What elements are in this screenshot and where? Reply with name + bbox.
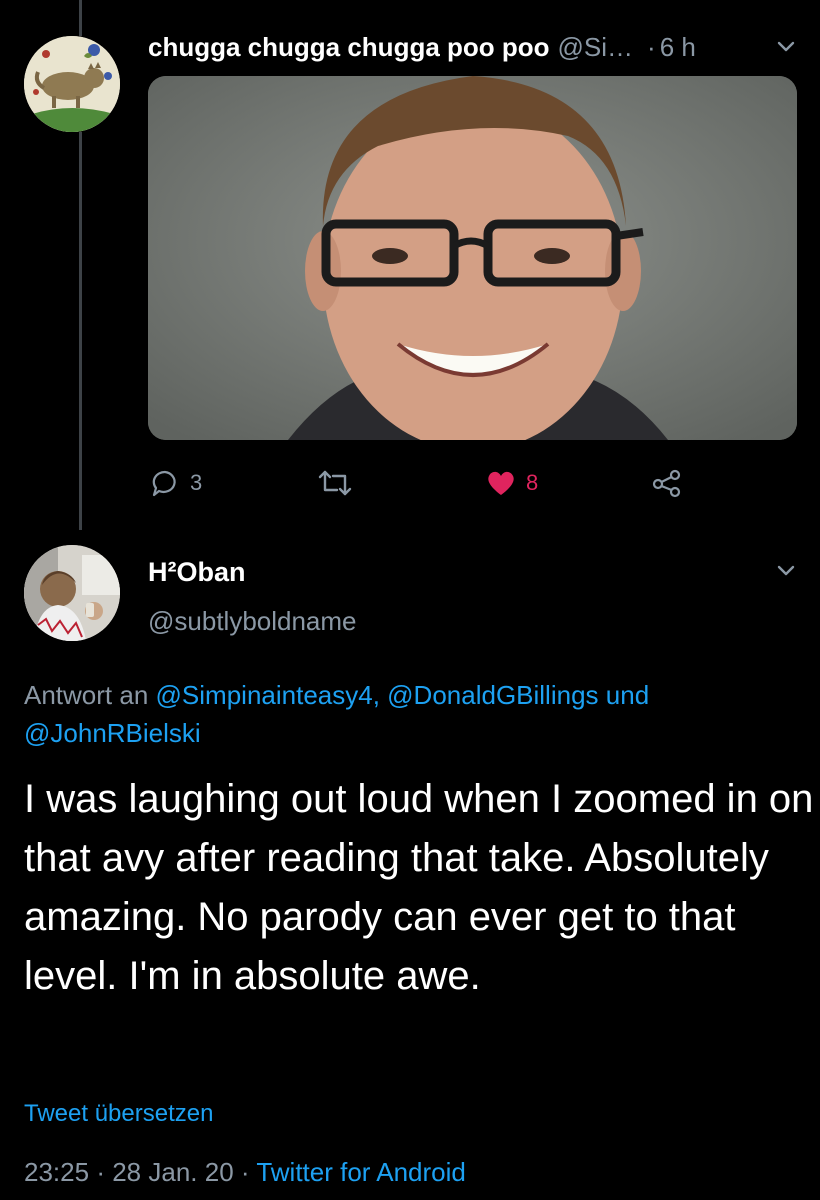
share-icon xyxy=(652,469,681,498)
reply-prefix: Antwort an xyxy=(24,680,149,710)
mention-link[interactable]: @DonaldGBillings xyxy=(387,680,598,710)
chevron-down-icon[interactable] xyxy=(776,560,796,580)
reply-button[interactable]: 3 xyxy=(150,463,202,503)
mention-link[interactable]: @Simpinainteasy4, xyxy=(156,680,380,710)
like-count: 8 xyxy=(526,470,539,495)
tweet-meta: 23:25 · 28 Jan. 20 · Twitter for Android xyxy=(24,1157,466,1188)
mention-joiner: und xyxy=(605,680,650,710)
retweet-button[interactable] xyxy=(318,463,352,503)
separator: · xyxy=(240,1157,250,1187)
mention-link[interactable]: @JohnRBielski xyxy=(24,718,201,748)
source-link[interactable]: Twitter for Android xyxy=(256,1157,466,1187)
share-button[interactable] xyxy=(652,463,682,503)
avatar[interactable] xyxy=(24,36,120,132)
reply-count: 3 xyxy=(190,470,203,495)
tweet-image[interactable] xyxy=(148,76,797,440)
separator: · xyxy=(96,1157,105,1187)
retweet-icon xyxy=(318,470,352,496)
separator: · xyxy=(647,31,656,62)
handle[interactable]: @subtlyboldname xyxy=(148,606,357,637)
thread-line xyxy=(79,132,82,530)
like-button[interactable]: 8 xyxy=(486,463,538,503)
chevron-down-icon[interactable] xyxy=(776,36,796,56)
reply-icon xyxy=(152,470,176,497)
thread-line xyxy=(79,0,82,36)
replying-to: Antwort an @Simpinainteasy4, @DonaldGBil… xyxy=(24,676,794,752)
avatar[interactable] xyxy=(24,545,120,641)
timestamp: 23:25 xyxy=(24,1157,90,1187)
tweet-header: chugga chugga chugga poo poo @Si… · 6 h xyxy=(148,30,798,64)
timestamp[interactable]: 6 h xyxy=(660,32,696,63)
translate-tweet-link[interactable]: Tweet übersetzen xyxy=(24,1100,213,1128)
heart-icon xyxy=(488,471,514,495)
display-name[interactable]: chugga chugga chugga poo poo xyxy=(148,32,550,63)
handle[interactable]: @Si… xyxy=(558,32,634,63)
tweet-text: I was laughing out loud when I zoomed in… xyxy=(24,777,814,998)
display-name[interactable]: H²Oban xyxy=(148,557,246,588)
date: 28 Jan. 20 xyxy=(112,1157,234,1187)
